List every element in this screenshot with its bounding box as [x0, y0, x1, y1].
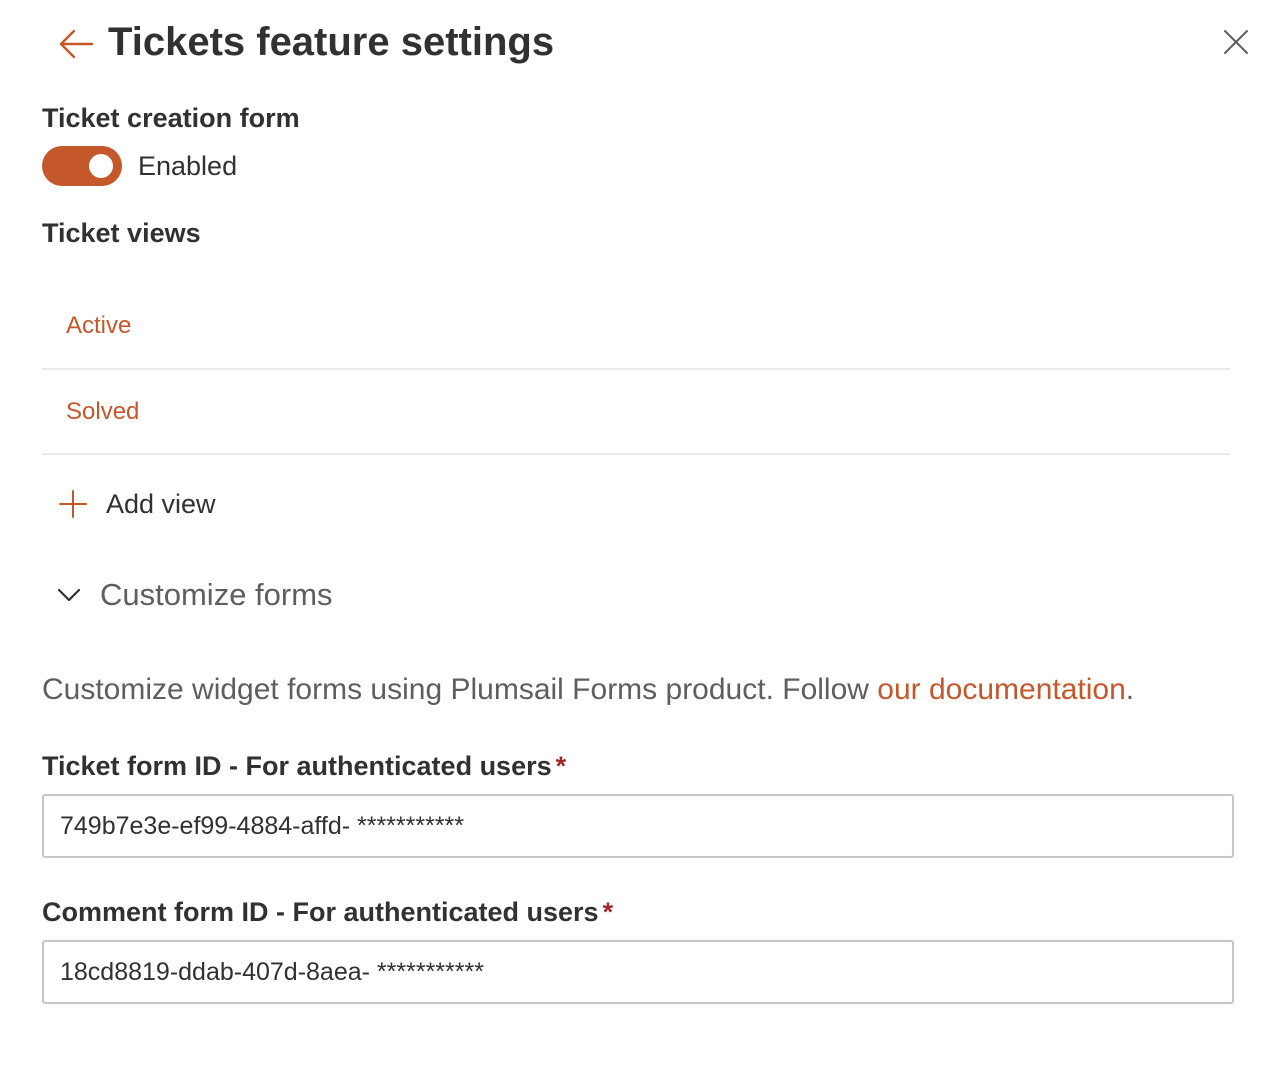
page-title: Tickets feature settings	[108, 20, 555, 64]
plus-icon	[59, 490, 87, 518]
view-item-solved[interactable]: Solved	[42, 370, 1230, 455]
arrow-left-icon	[59, 29, 94, 59]
required-marker: *	[555, 751, 567, 781]
tickets-settings-panel: Tickets feature settings Ticket creation…	[0, 0, 1276, 1068]
ticket-creation-form-label: Ticket creation form	[42, 103, 300, 133]
comment-form-id-label: Comment form ID - For authenticated user…	[42, 895, 613, 929]
close-button[interactable]	[1216, 22, 1256, 62]
customize-forms-toggle[interactable]: Customize forms	[56, 572, 333, 618]
ticket-views-label: Ticket views	[42, 218, 201, 248]
customize-description: Customize widget forms using Plumsail Fo…	[42, 670, 1134, 710]
ticket-form-id-label-text: Ticket form ID - For authenticated users	[42, 751, 552, 781]
ticket-form-id-input[interactable]	[42, 794, 1234, 858]
close-icon	[1224, 30, 1248, 54]
required-marker: *	[602, 897, 614, 927]
chevron-down-icon	[57, 588, 81, 602]
ticket-form-id-label: Ticket form ID - For authenticated users…	[42, 749, 566, 783]
ticket-views-list: Active Solved	[42, 284, 1230, 455]
comment-form-id-label-text: Comment form ID - For authenticated user…	[42, 897, 599, 927]
ticket-creation-toggle[interactable]	[42, 146, 122, 186]
ticket-creation-toggle-row: Enabled	[42, 146, 237, 186]
customize-forms-label: Customize forms	[100, 577, 333, 612]
comment-form-id-input[interactable]	[42, 940, 1234, 1004]
toggle-state-label: Enabled	[138, 150, 238, 181]
add-view-button[interactable]: Add view	[58, 482, 216, 526]
description-text: Customize widget forms using Plumsail Fo…	[42, 673, 878, 706]
view-item-active[interactable]: Active	[42, 284, 1230, 370]
back-button[interactable]	[56, 24, 96, 64]
description-end: .	[1125, 673, 1135, 706]
add-view-label: Add view	[106, 488, 216, 519]
documentation-link[interactable]: our documentation	[877, 673, 1126, 706]
toggle-knob	[89, 154, 113, 178]
